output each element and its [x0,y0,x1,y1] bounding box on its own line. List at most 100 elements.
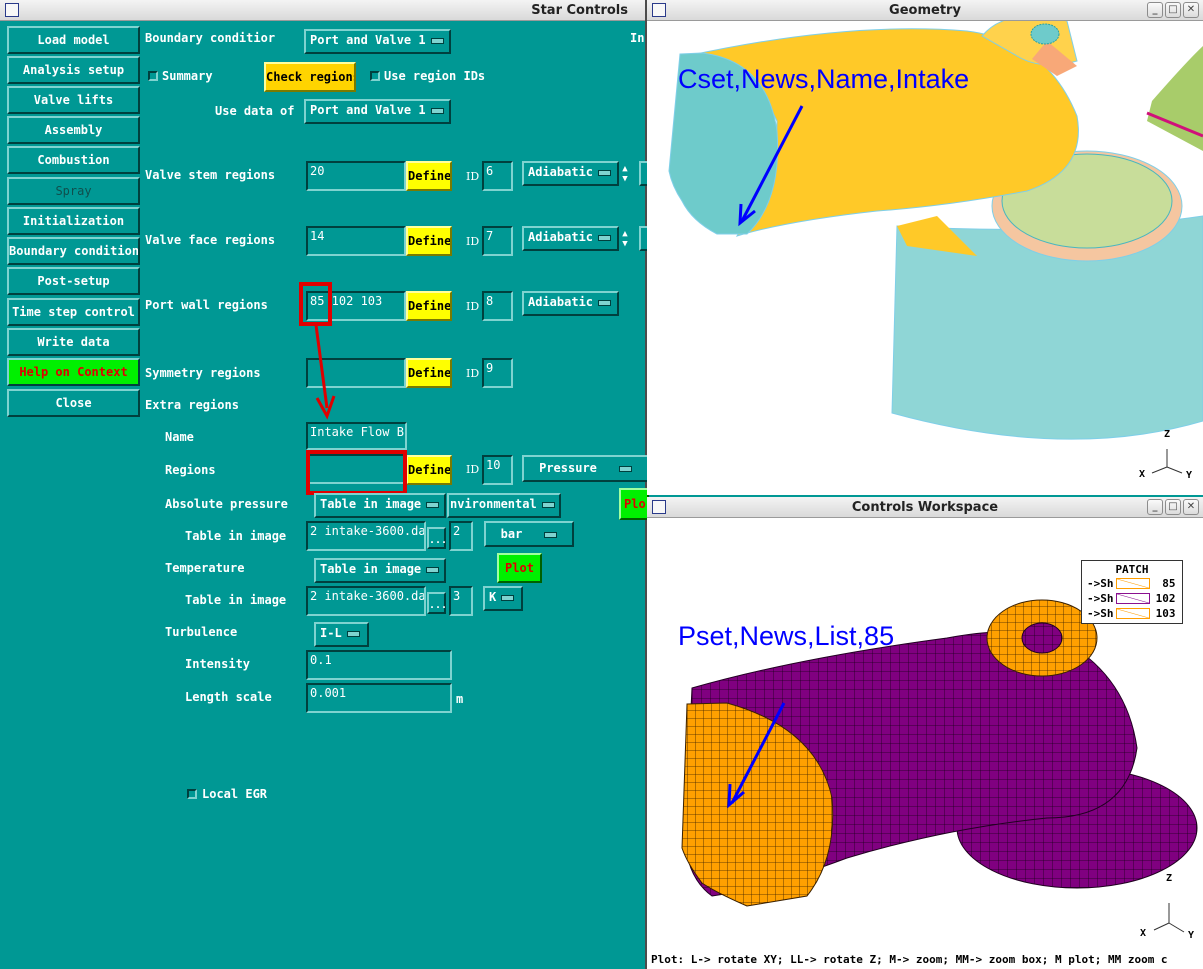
dropdown-indicator-icon [598,299,612,306]
use-region-ids-checkbox[interactable] [370,71,380,81]
valve-stem-define-button[interactable]: Define [406,161,452,191]
valve-stem-id-label: ID [466,170,480,183]
abs-pressure-source-dropdown[interactable]: nvironmental [447,493,561,518]
check-regions-button[interactable]: Check regions [264,62,356,92]
sidebar-item-help-on-context[interactable]: Help on Context [7,358,140,386]
valve-stem-spinner[interactable]: ▲ ▼ [620,164,630,184]
sidebar-item-boundary-conditions[interactable]: Boundary conditions [7,237,140,265]
use-region-ids-label: Use region IDs [384,69,486,83]
temperature-unit-dropdown[interactable]: K [483,586,523,611]
valve-face-id-input[interactable]: 7 [482,226,513,256]
dropdown-value: nvironmental [450,497,537,511]
dropdown-value: Table in image [320,562,422,576]
maximize-icon[interactable]: □ [1165,499,1181,515]
dropdown-value: Adiabatic [528,230,594,244]
turbulence-mode-dropdown[interactable]: I-L [314,622,369,647]
axis-z-label: Z [1166,873,1173,884]
close-icon[interactable]: ✕ [1183,499,1199,515]
dropdown-value: K [489,590,497,604]
pressure-browse-button[interactable]: ... [427,527,447,549]
sidebar-item-close[interactable]: Close [7,389,140,417]
close-icon[interactable]: ✕ [1183,2,1199,18]
cset-annotation: Cset,News,Name,Intake [678,64,970,94]
pressure-column-input[interactable]: 2 [449,521,473,551]
sidebar-item-load-model[interactable]: Load model [7,26,140,54]
port-wall-type-dropdown[interactable]: Adiabatic [522,291,619,316]
dropdown-value: Port and Valve 1 [310,103,426,117]
sidebar-item-combustion[interactable]: Combustion [7,146,140,174]
port-wall-define-button[interactable]: Define [406,291,452,321]
regions-label: Regions [165,463,216,477]
sidebar-item-assembly[interactable]: Assembly [7,116,140,144]
turbulence-label: Turbulence [165,625,238,639]
dropdown-indicator-icon [346,630,360,637]
summary-checkbox[interactable] [148,71,158,81]
sidebar-item-post-setup[interactable]: Post-setup [7,267,140,295]
symmetry-id-label: ID [466,367,480,380]
window-title: Geometry [889,3,961,18]
legend-row: ->Sh 102 [1082,591,1182,606]
window-title: Controls Workspace [851,500,999,515]
temperature-plot-button[interactable]: Plot [497,553,542,583]
legend-patch-id: 85 [1162,577,1176,590]
sidebar-item-write-data[interactable]: Write data [7,328,140,356]
temperature-table-file-input[interactable]: 2 intake-3600.da [306,586,426,616]
minimize-icon[interactable]: _ [1147,2,1163,18]
abs-pressure-mode-dropdown[interactable]: Table in image [314,493,446,518]
boss-hole-mesh [1021,622,1063,654]
valve-stem-type-dropdown[interactable]: Adiabatic [522,161,619,186]
minimize-icon[interactable]: _ [1147,499,1163,515]
axis-x-label: X [1139,469,1146,480]
dropdown-indicator-icon [541,501,555,508]
temperature-browse-button[interactable]: ... [427,592,447,614]
legend-patch-id: 103 [1155,607,1176,620]
symmetry-id-input[interactable]: 9 [482,358,513,388]
sidebar-item-spray[interactable]: Spray [7,177,140,205]
use-data-of-label: Use data of [215,104,295,118]
local-egr-label: Local EGR [202,787,268,801]
extra-type-dropdown[interactable]: Pressure [522,455,649,482]
axis-triad [1151,449,1183,474]
legend-patch-id: 102 [1155,592,1176,605]
pressure-unit-dropdown[interactable]: bar [484,521,574,547]
workspace-viewport[interactable]: Pset,News,List,85 PATCH ->Sh 85 ->Sh 102 ->S… [647,518,1203,969]
geometry-titlebar: Geometry _ □ ✕ [647,0,1203,21]
abs-pressure-plot-button[interactable]: Plo [619,488,649,520]
dropdown-indicator-icon [598,234,612,241]
extra-id-label: ID [466,463,480,476]
red-arrow-annotation [314,324,336,420]
symmetry-define-button[interactable]: Define [406,358,452,388]
maximize-icon[interactable]: □ [1165,2,1181,18]
extra-define-button[interactable]: Define [406,455,452,485]
temperature-mode-dropdown[interactable]: Table in image [314,558,446,583]
sidebar-item-analysis-setup[interactable]: Analysis setup [7,56,140,84]
axis-y-label: Y [1186,470,1193,481]
boundary-condition-dropdown[interactable]: Port and Valve 1 [304,29,451,54]
port-wall-id-input[interactable]: 8 [482,291,513,321]
patch-legend: PATCH ->Sh 85 ->Sh 102 ->Sh 103 [1081,560,1183,624]
valve-face-define-button[interactable]: Define [406,226,452,256]
sidebar-item-time-step-control[interactable]: Time step control [7,298,140,326]
local-egr-checkbox[interactable] [187,789,197,799]
window-menu-icon[interactable] [5,3,19,17]
dropdown-indicator-icon [426,566,440,573]
valve-face-input[interactable]: 14 [306,226,406,256]
geometry-viewport[interactable]: Cset,News,Name,Intake Z X Y [647,21,1203,495]
legend-row: ->Sh 85 [1082,576,1182,591]
valve-face-spinner[interactable]: ▲ ▼ [620,229,630,249]
temperature-column-input[interactable]: 3 [449,586,473,616]
dropdown-value: Adiabatic [528,165,594,179]
length-scale-input[interactable]: 0.001 [306,683,452,713]
intensity-input[interactable]: 0.1 [306,650,452,680]
extra-id-input[interactable]: 10 [482,455,513,485]
valve-stem-input[interactable]: 20 [306,161,406,191]
sidebar-item-valve-lifts[interactable]: Valve lifts [7,86,140,114]
dropdown-indicator-icon [430,37,444,44]
pressure-table-file-input[interactable]: 2 intake-3600.da [306,521,426,551]
use-data-of-dropdown[interactable]: Port and Valve 1 [304,99,451,124]
sidebar-item-initialization[interactable]: Initialization [7,207,140,235]
valve-stem-id-input[interactable]: 6 [482,161,513,191]
valve-face-type-dropdown[interactable]: Adiabatic [522,226,619,251]
absolute-pressure-label: Absolute pressure [165,497,288,511]
arrow-shaft [314,324,329,409]
